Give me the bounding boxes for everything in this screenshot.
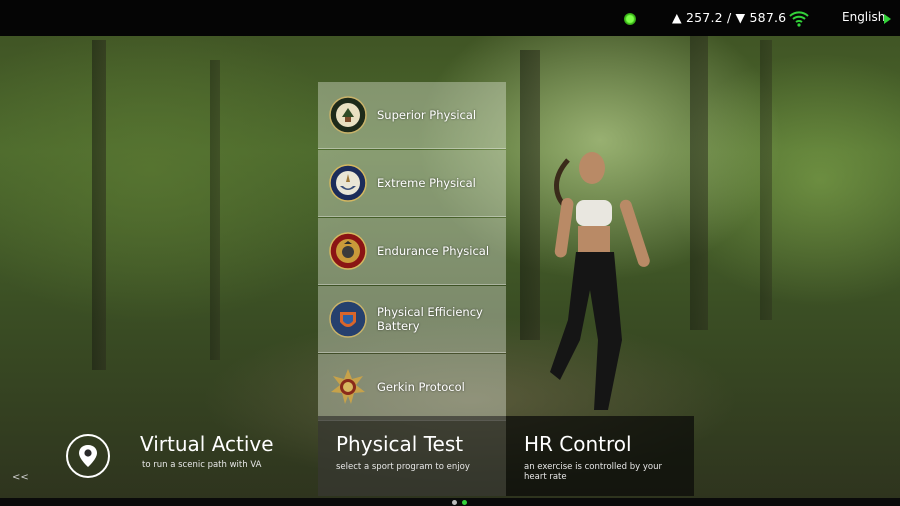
marine-corps-seal-icon xyxy=(329,232,367,270)
firefighter-badge-icon xyxy=(331,369,365,404)
menu-item-label: Endurance Physical xyxy=(377,244,490,258)
virtual-active-card[interactable]: Virtual Active to run a scenic path with… xyxy=(52,416,314,496)
menu-item-endurance-physical[interactable]: Endurance Physical xyxy=(318,218,506,285)
sensor-active-icon xyxy=(624,13,636,25)
play-arrow-icon[interactable] xyxy=(884,14,891,24)
footer-strip xyxy=(0,498,900,506)
physical-test-menu: Superior Physical Extreme Physical Endur… xyxy=(318,82,506,422)
federal-badge-icon xyxy=(329,300,367,338)
card-title: Virtual Active xyxy=(140,432,274,456)
language-selector[interactable]: English xyxy=(842,10,885,24)
menu-item-extreme-physical[interactable]: Extreme Physical xyxy=(318,150,506,217)
menu-item-superior-physical[interactable]: Superior Physical xyxy=(318,82,506,149)
card-title: HR Control xyxy=(524,432,632,456)
card-title: Physical Test xyxy=(336,432,464,456)
status-bar: ▲ 257.2 / ▼ 587.6 English xyxy=(0,0,900,36)
physical-test-card[interactable]: Physical Test select a sport program to … xyxy=(318,416,506,496)
navy-seal-icon xyxy=(329,164,367,202)
hr-control-card[interactable]: HR Control an exercise is controlled by … xyxy=(506,416,694,496)
mode-selector-bar: Virtual Active to run a scenic path with… xyxy=(0,416,900,498)
card-subtitle: an exercise is controlled by your heart … xyxy=(524,462,662,482)
menu-item-label: Extreme Physical xyxy=(377,176,476,190)
menu-item-label: Physical Efficiency Battery xyxy=(377,305,483,333)
menu-item-label: Gerkin Protocol xyxy=(377,380,465,394)
menu-item-label: Superior Physical xyxy=(377,108,477,122)
previous-page-button[interactable]: << xyxy=(12,472,29,483)
card-subtitle: to run a scenic path with VA xyxy=(142,460,262,470)
runner-figure xyxy=(550,152,650,410)
page-dot[interactable] xyxy=(452,500,457,505)
speed-readout: ▲ 257.2 / ▼ 587.6 xyxy=(672,10,787,25)
location-pin-icon xyxy=(66,434,110,478)
menu-item-physical-efficiency-battery[interactable]: Physical Efficiency Battery xyxy=(318,286,506,353)
army-seal-icon xyxy=(329,96,367,134)
wifi-icon xyxy=(789,11,809,27)
menu-item-gerkin-protocol[interactable]: Gerkin Protocol xyxy=(318,354,506,421)
page-dot-active[interactable] xyxy=(462,500,467,505)
card-subtitle: select a sport program to enjoy xyxy=(336,462,470,472)
